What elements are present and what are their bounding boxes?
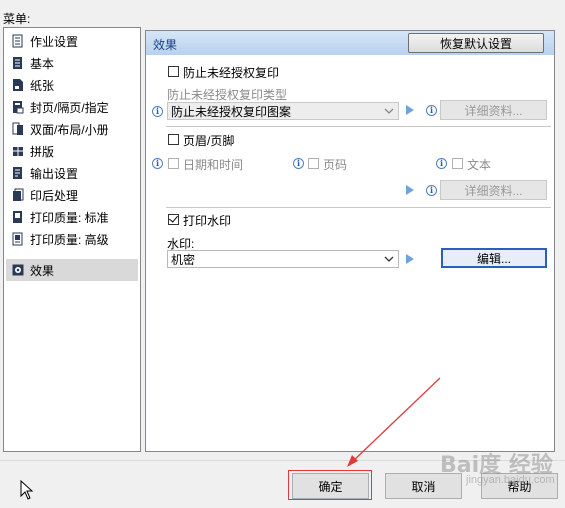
baidu-watermark-url: jingyan.baidu.com <box>466 474 555 486</box>
print-settings-dialog: 菜单: 作业设置 基本 纸张 封页/隔页/指定 双面/布局/小册 拼版 输出设置… <box>0 0 565 508</box>
annotation-arrow <box>347 377 441 467</box>
